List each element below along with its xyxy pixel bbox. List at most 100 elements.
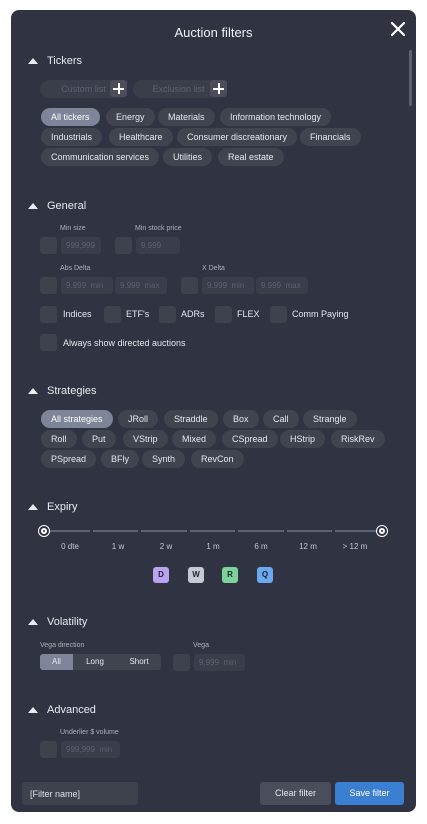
tickers-section-header[interactable]: Tickers	[28, 55, 82, 67]
strategy-pill-box[interactable]: Box	[223, 410, 259, 428]
x-delta-min-input[interactable]	[202, 277, 254, 294]
ticker-pill-utilities[interactable]: Utilities	[163, 148, 213, 166]
strategy-pill-all[interactable]: All strategies	[41, 410, 113, 428]
vega-direction-short[interactable]: Short	[117, 654, 161, 670]
min-size-checkbox[interactable]	[40, 237, 57, 254]
strategy-pill-vstrip[interactable]: VStrip	[123, 430, 168, 448]
ticker-pill-industrials[interactable]: Industrials	[41, 128, 103, 146]
etfs-checkbox[interactable]	[104, 306, 121, 323]
ticker-pill-real-estate[interactable]: Real estate	[218, 148, 284, 166]
abs-delta-checkbox[interactable]	[40, 277, 57, 294]
expiry-track-segment	[335, 530, 382, 532]
add-exclusion-list-plus-icon[interactable]	[210, 80, 227, 97]
vega-min-input[interactable]	[194, 654, 245, 671]
abs-delta-label: Abs Delta	[60, 265, 91, 272]
ticker-pill-energy[interactable]: Energy	[106, 108, 155, 126]
strategy-pill-revcon[interactable]: RevCon	[191, 450, 244, 468]
volatility-section-header[interactable]: Volatility	[28, 616, 87, 628]
general-section-header[interactable]: General	[28, 200, 86, 212]
x-delta-label: X Delta	[202, 265, 225, 272]
min-size-input[interactable]	[61, 237, 101, 254]
expiry-tick-label: > 12 m	[342, 542, 368, 551]
expiry-tick-label: 6 m	[254, 542, 268, 551]
strategy-pill-mixed[interactable]: Mixed	[172, 430, 217, 448]
strategy-pill-roll[interactable]: Roll	[41, 430, 77, 448]
advanced-header-label: Advanced	[47, 704, 96, 716]
collapse-triangle-icon	[28, 203, 38, 209]
expiry-track-segment	[287, 530, 332, 532]
collapse-triangle-icon	[28, 388, 38, 394]
vega-checkbox[interactable]	[173, 654, 190, 671]
always-show-directed-label: Always show directed auctions	[63, 338, 186, 348]
collapse-triangle-icon	[28, 58, 38, 64]
expiry-header-label: Expiry	[47, 501, 78, 513]
indices-checkbox[interactable]	[40, 306, 57, 323]
clear-filter-button[interactable]: Clear filter	[260, 782, 331, 805]
strategy-pill-strangle[interactable]: Strangle	[303, 410, 357, 428]
expiry-badge-q[interactable]: Q	[257, 567, 273, 583]
underlier-volume-input[interactable]	[61, 741, 120, 758]
strategy-pill-jroll[interactable]: JRoll	[118, 410, 159, 428]
strategy-pill-put[interactable]: Put	[82, 430, 116, 448]
collapse-triangle-icon	[28, 619, 38, 625]
adrs-checkbox[interactable]	[159, 306, 176, 323]
expiry-badge-r[interactable]: R	[222, 567, 238, 583]
strategy-pill-call[interactable]: Call	[263, 410, 299, 428]
strategy-pill-straddle[interactable]: Straddle	[164, 410, 218, 428]
expiry-badge-d[interactable]: D	[153, 567, 169, 583]
min-stock-price-checkbox[interactable]	[115, 237, 132, 254]
vega-direction-long[interactable]: Long	[73, 654, 117, 670]
strategy-pill-riskrev[interactable]: RiskRev	[331, 430, 385, 448]
expiry-tick-label: 12 m	[299, 542, 317, 551]
collapse-triangle-icon	[28, 504, 38, 510]
always-show-directed-checkbox[interactable]	[40, 334, 57, 351]
strategy-pill-hstrip[interactable]: HStrip	[280, 430, 326, 448]
expiry-track-segment	[44, 530, 90, 532]
modal-title: Auction filters	[174, 25, 253, 40]
filter-name-input[interactable]	[22, 782, 138, 805]
strategy-pill-pspread[interactable]: PSpread	[41, 450, 97, 468]
min-stock-price-input[interactable]	[136, 237, 180, 254]
strategy-pill-bfly[interactable]: BFly	[101, 450, 139, 468]
collapse-triangle-icon	[28, 707, 38, 713]
close-icon[interactable]	[388, 19, 408, 39]
min-size-label: Min size	[60, 225, 86, 232]
etfs-label: ETF's	[126, 309, 150, 319]
vega-direction-all[interactable]: All	[40, 654, 73, 670]
ticker-pill-information-technology[interactable]: Information technology	[220, 108, 332, 126]
ticker-pill-communication-services[interactable]: Communication services	[41, 148, 160, 166]
expiry-track-segment	[238, 530, 284, 532]
underlier-volume-label: Underlier $ volume	[60, 729, 119, 736]
vega-direction-toggle: All Long Short	[40, 654, 161, 670]
expiry-tick-label: 1 m	[206, 542, 220, 551]
strategy-pill-cspread[interactable]: CSpread	[222, 430, 278, 448]
x-delta-checkbox[interactable]	[181, 277, 198, 294]
strategies-header-label: Strategies	[47, 385, 97, 397]
strategy-pill-synth[interactable]: Synth	[142, 450, 186, 468]
abs-delta-min-input[interactable]	[61, 277, 113, 294]
scrollbar[interactable]	[409, 50, 412, 106]
ticker-pill-financials[interactable]: Financials	[300, 128, 361, 146]
abs-delta-max-input[interactable]	[115, 277, 167, 294]
save-filter-button[interactable]: Save filter	[335, 782, 404, 805]
expiry-slider-min-handle[interactable]	[39, 526, 49, 536]
ticker-pill-all[interactable]: All tickers	[41, 108, 100, 126]
strategies-section-header[interactable]: Strategies	[28, 385, 97, 397]
flex-checkbox[interactable]	[215, 306, 232, 323]
expiry-slider-max-handle[interactable]	[377, 526, 387, 536]
comm-paying-checkbox[interactable]	[270, 306, 287, 323]
expiry-tick-label: 1 w	[111, 542, 125, 551]
underlier-volume-checkbox[interactable]	[40, 741, 57, 758]
advanced-section-header[interactable]: Advanced	[28, 704, 96, 716]
x-delta-max-input[interactable]	[256, 277, 308, 294]
ticker-pill-healthcare[interactable]: Healthcare	[109, 128, 173, 146]
comm-paying-label: Comm Paying	[292, 309, 349, 319]
ticker-pill-materials[interactable]: Materials	[158, 108, 215, 126]
ticker-pill-consumer-discreationary[interactable]: Consumer discreationary	[177, 128, 298, 146]
add-custom-list-plus-icon[interactable]	[110, 80, 127, 97]
expiry-section-header[interactable]: Expiry	[28, 501, 78, 513]
vega-direction-label: Vega direction	[40, 642, 85, 649]
expiry-badge-w[interactable]: W	[188, 567, 204, 583]
expiry-slider-track[interactable]	[44, 530, 382, 532]
expiry-tick-label: 2 w	[159, 542, 173, 551]
